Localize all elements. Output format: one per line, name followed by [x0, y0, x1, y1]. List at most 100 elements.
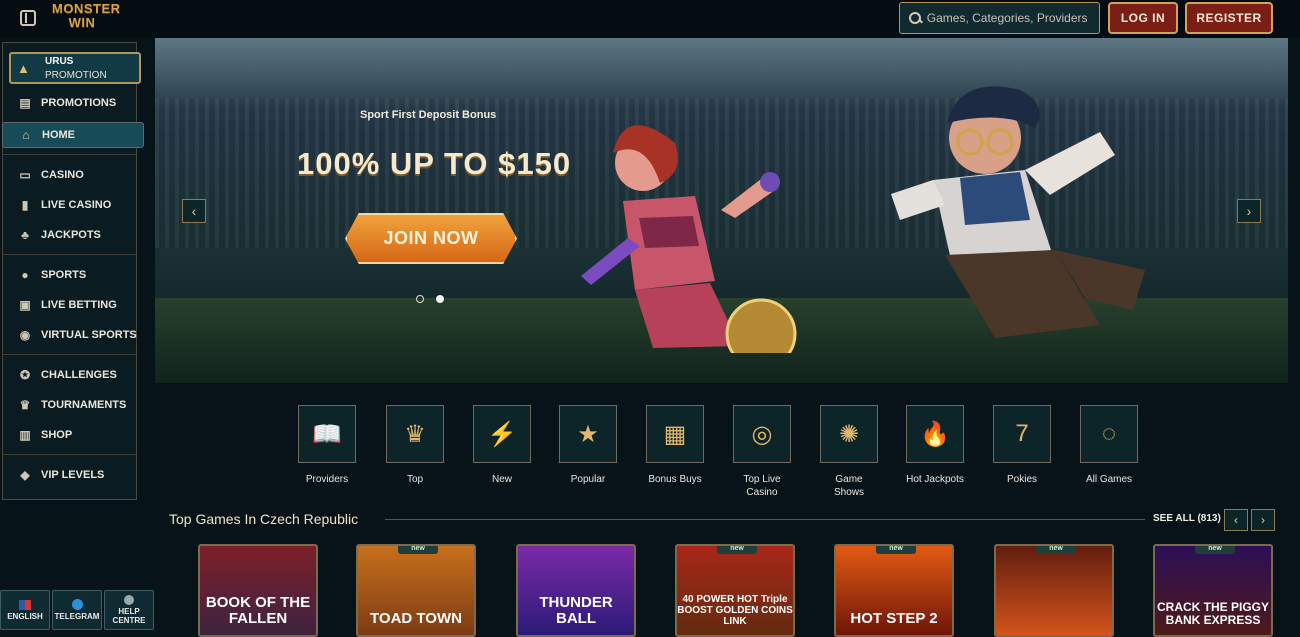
hero-title: 100% UP TO $150	[297, 146, 572, 181]
category-label: Providers	[305, 474, 349, 485]
sidebar-item-home[interactable]: ⌂ HOME	[2, 122, 144, 148]
sidebar: ▲ URUS PROMOTION ▤ PROMOTIONS ⌂ HOME ▭ C…	[0, 38, 155, 637]
fire-icon: 🔥	[906, 405, 964, 463]
category-new[interactable]: ⚡ New	[473, 405, 531, 486]
help-icon	[124, 595, 134, 605]
register-button[interactable]: REGISTER	[1185, 2, 1273, 34]
flag-icon	[19, 599, 31, 610]
join-now-button[interactable]: JOIN NOW	[345, 213, 517, 264]
sidebar-item-label: TOURNAMENTS	[41, 399, 127, 411]
game-card[interactable]: new 40 POWER HOT Triple BOOST GOLDEN COI…	[675, 544, 795, 637]
category-bonus-buys[interactable]: ▦ Bonus Buys	[646, 405, 704, 486]
telegram-icon	[71, 599, 83, 610]
category-pokies[interactable]: 7 Pokies	[993, 405, 1051, 486]
sidebar-item-jackpots[interactable]: ♣ JACKPOTS	[18, 225, 101, 245]
sidebar-divider	[2, 154, 137, 155]
game-title: THUNDER BALL	[539, 594, 613, 627]
virtual-sports-icon: ◉	[19, 328, 31, 342]
bull-icon: ▲	[17, 61, 30, 76]
sidebar-item-tournaments[interactable]: ♛ TOURNAMENTS	[18, 395, 127, 415]
urus-promotion-card[interactable]: ▲ URUS PROMOTION	[9, 52, 141, 84]
game-title: BOOK OF THE FALLEN	[205, 594, 311, 627]
category-all-games[interactable]: ◌ All Games	[1080, 405, 1138, 486]
sidebar-item-virtual-sports[interactable]: ◉ VIRTUAL SPORTS	[18, 325, 137, 345]
sidebar-item-sports[interactable]: ● SPORTS	[18, 265, 86, 285]
carousel-next-button[interactable]: ›	[1237, 199, 1261, 223]
menu-toggle-icon[interactable]	[20, 10, 36, 26]
game-title: TOAD TOWN	[370, 610, 462, 627]
top-games-section-header: Top Games In Czech Republic SEE ALL (813…	[169, 509, 1276, 531]
game-title: HOT STEP 2	[850, 610, 938, 627]
language-button[interactable]: ENGLISH	[0, 590, 50, 630]
carousel-dot-2[interactable]	[436, 295, 444, 303]
logo[interactable]: MONSTER WIN	[52, 1, 121, 34]
sidebar-item-vip-levels[interactable]: ◆ VIP LEVELS	[18, 465, 104, 485]
telegram-label: TELEGRAM	[54, 612, 100, 621]
carousel-prev-button[interactable]: ‹	[182, 199, 206, 223]
basket-icon: ▥	[19, 428, 31, 442]
logo-text-top: MONSTER	[52, 1, 121, 16]
sidebar-item-label: VIP LEVELS	[41, 469, 105, 481]
sidebar-item-promotions[interactable]: ▤ PROMOTIONS	[18, 93, 116, 113]
game-card[interactable]: new CRACK THE PIGGY BANK EXPRESS	[1153, 544, 1273, 637]
new-badge: new	[1036, 546, 1076, 554]
crown-icon: ♛	[386, 405, 444, 463]
sidebar-item-live-casino[interactable]: ▮ LIVE CASINO	[18, 195, 112, 215]
section-title: Top Games In Czech Republic	[169, 511, 359, 527]
category-top[interactable]: ♛ Top	[386, 405, 444, 486]
new-badge: new	[876, 546, 916, 554]
search-icon	[908, 11, 922, 25]
search-box[interactable]	[899, 2, 1100, 34]
login-button[interactable]: LOG IN	[1108, 2, 1178, 34]
ball-icon: ●	[21, 268, 29, 282]
carousel-dot-1[interactable]	[416, 295, 424, 303]
sidebar-item-shop[interactable]: ▥ SHOP	[18, 425, 72, 445]
gift-icon: ▤	[19, 96, 31, 110]
sidebar-item-label: LIVE BETTING	[41, 299, 117, 311]
games-prev-button[interactable]: ‹	[1224, 509, 1248, 531]
category-label: Game Shows	[833, 474, 864, 498]
category-label: Bonus Buys	[648, 474, 702, 485]
sidebar-item-label: LIVE CASINO	[41, 199, 112, 211]
category-hot-jackpots[interactable]: 🔥 Hot Jackpots	[906, 405, 964, 486]
category-providers[interactable]: 📖 Providers	[298, 405, 356, 486]
game-card[interactable]: new	[994, 544, 1114, 637]
game-card[interactable]: new HOT STEP 2	[834, 544, 954, 637]
search-input[interactable]	[926, 11, 1099, 25]
games-next-button[interactable]: ›	[1251, 509, 1275, 531]
home-icon: ⌂	[22, 128, 30, 142]
sidebar-item-casino[interactable]: ▭ CASINO	[18, 165, 83, 185]
diamond-icon: ◆	[20, 468, 30, 482]
help-centre-label: HELP CENTRE	[112, 607, 146, 625]
sidebar-item-live-betting[interactable]: ▣ LIVE BETTING	[18, 295, 117, 315]
category-label: Top	[406, 474, 424, 485]
see-all-link[interactable]: SEE ALL (813)	[1153, 513, 1221, 524]
category-popular[interactable]: ★ Popular	[559, 405, 617, 486]
new-badge: new	[717, 546, 757, 554]
challenges-icon: ✪	[19, 368, 31, 382]
category-label: New	[491, 474, 512, 485]
male-character-illustration	[891, 86, 1145, 338]
game-title: 40 POWER HOT Triple BOOST GOLDEN COINS L…	[677, 594, 793, 627]
wheel-icon: ✺	[820, 405, 878, 463]
sidebar-divider	[2, 454, 137, 455]
telegram-button[interactable]: TELEGRAM	[52, 590, 102, 630]
game-card[interactable]: new TOAD TOWN	[356, 544, 476, 637]
top-games-carousel: BOOK OF THE FALLEN new TOAD TOWN THUNDER…	[198, 544, 1278, 637]
live-betting-icon: ▣	[19, 298, 31, 312]
game-title: CRACK THE PIGGY BANK EXPRESS	[1156, 600, 1269, 627]
game-card[interactable]: BOOK OF THE FALLEN	[198, 544, 318, 637]
category-label: Hot Jackpots	[906, 474, 964, 485]
language-label: ENGLISH	[7, 611, 43, 621]
category-top-live-casino[interactable]: ◎ Top Live Casino	[733, 405, 791, 499]
card-icon: ▭	[19, 168, 31, 182]
category-game-shows[interactable]: ✺ Game Shows	[820, 405, 878, 499]
sidebar-divider	[2, 354, 137, 355]
category-row: 📖 Providers ♛ Top ⚡ New ★ Popular ▦ Bonu…	[298, 405, 1148, 505]
book-icon: 📖	[298, 405, 356, 463]
sidebar-item-label: JACKPOTS	[41, 229, 101, 241]
help-centre-button[interactable]: HELP CENTRE	[104, 590, 154, 630]
sidebar-item-challenges[interactable]: ✪ CHALLENGES	[18, 365, 117, 385]
game-card[interactable]: THUNDER BALL	[516, 544, 636, 637]
live-casino-icon: ▮	[21, 198, 29, 212]
